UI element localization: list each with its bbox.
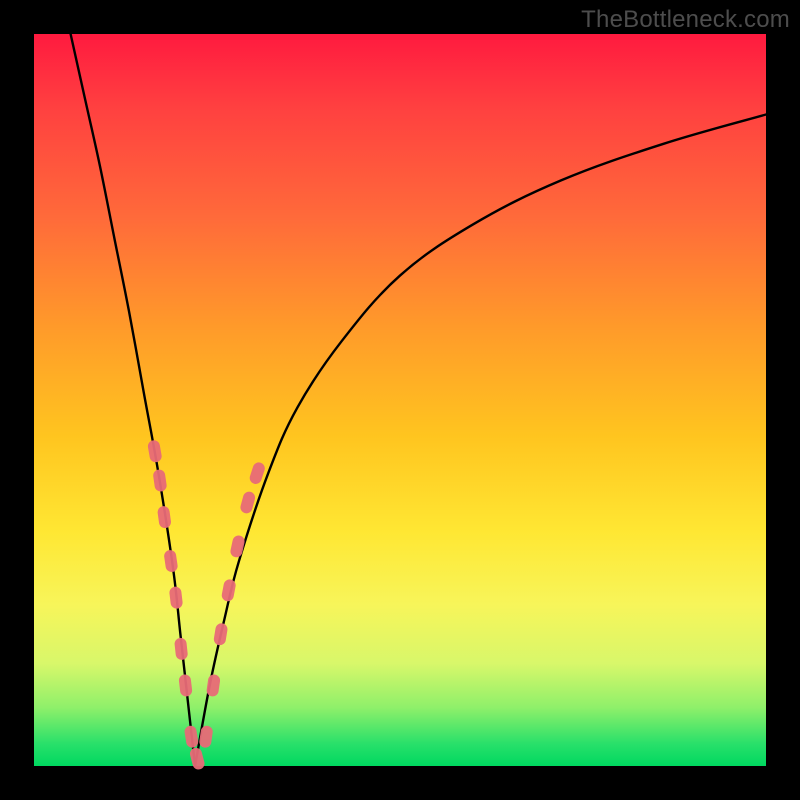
- data-marker: [157, 505, 172, 528]
- data-marker: [147, 439, 163, 463]
- data-marker: [221, 578, 237, 602]
- data-marker: [174, 637, 188, 660]
- data-marker: [178, 674, 192, 697]
- data-marker: [169, 586, 183, 609]
- data-marker: [229, 534, 245, 558]
- data-marker: [184, 725, 199, 749]
- watermark-text: TheBottleneck.com: [581, 6, 790, 34]
- chart-frame: TheBottleneck.com: [0, 0, 800, 800]
- curve-right-branch: [195, 115, 766, 766]
- marker-group-left: [147, 439, 206, 770]
- curve-layer: [34, 34, 766, 766]
- data-marker: [213, 622, 228, 646]
- data-marker: [189, 747, 206, 771]
- data-marker: [163, 549, 178, 572]
- plot-area: [34, 34, 766, 766]
- data-marker: [206, 674, 221, 697]
- curve-path: [195, 115, 766, 766]
- data-marker: [248, 461, 266, 486]
- data-marker: [152, 469, 167, 492]
